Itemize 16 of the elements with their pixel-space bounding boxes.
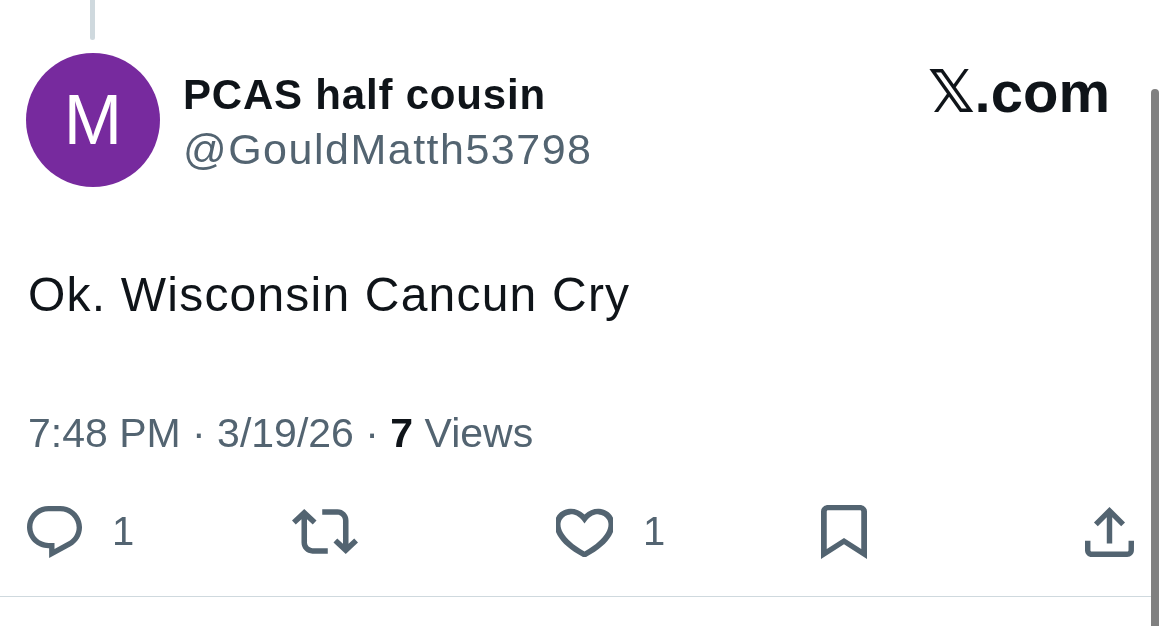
bookmark-button[interactable] xyxy=(820,504,867,559)
share-button[interactable] xyxy=(1085,506,1134,557)
avatar[interactable]: M xyxy=(26,53,160,187)
display-name[interactable]: PCAS half cousin xyxy=(183,68,546,122)
user-handle[interactable]: @GouldMatth53798 xyxy=(183,122,593,176)
share-icon xyxy=(1085,506,1134,557)
post-meta: 7:48 PM · 3/19/26 · 7 Views xyxy=(28,408,534,458)
repost-arrows-icon xyxy=(291,509,358,555)
post-text: Ok. Wisconsin Cancun Cry xyxy=(28,267,631,323)
like-button[interactable]: 1 xyxy=(556,506,666,557)
reply-button[interactable]: 1 xyxy=(27,505,135,558)
bookmark-icon xyxy=(820,504,867,559)
heart-icon xyxy=(556,506,613,557)
repost-button[interactable] xyxy=(291,509,358,555)
speech-bubble-icon xyxy=(27,505,82,558)
site-logo: 𝕏.com xyxy=(927,63,1110,121)
